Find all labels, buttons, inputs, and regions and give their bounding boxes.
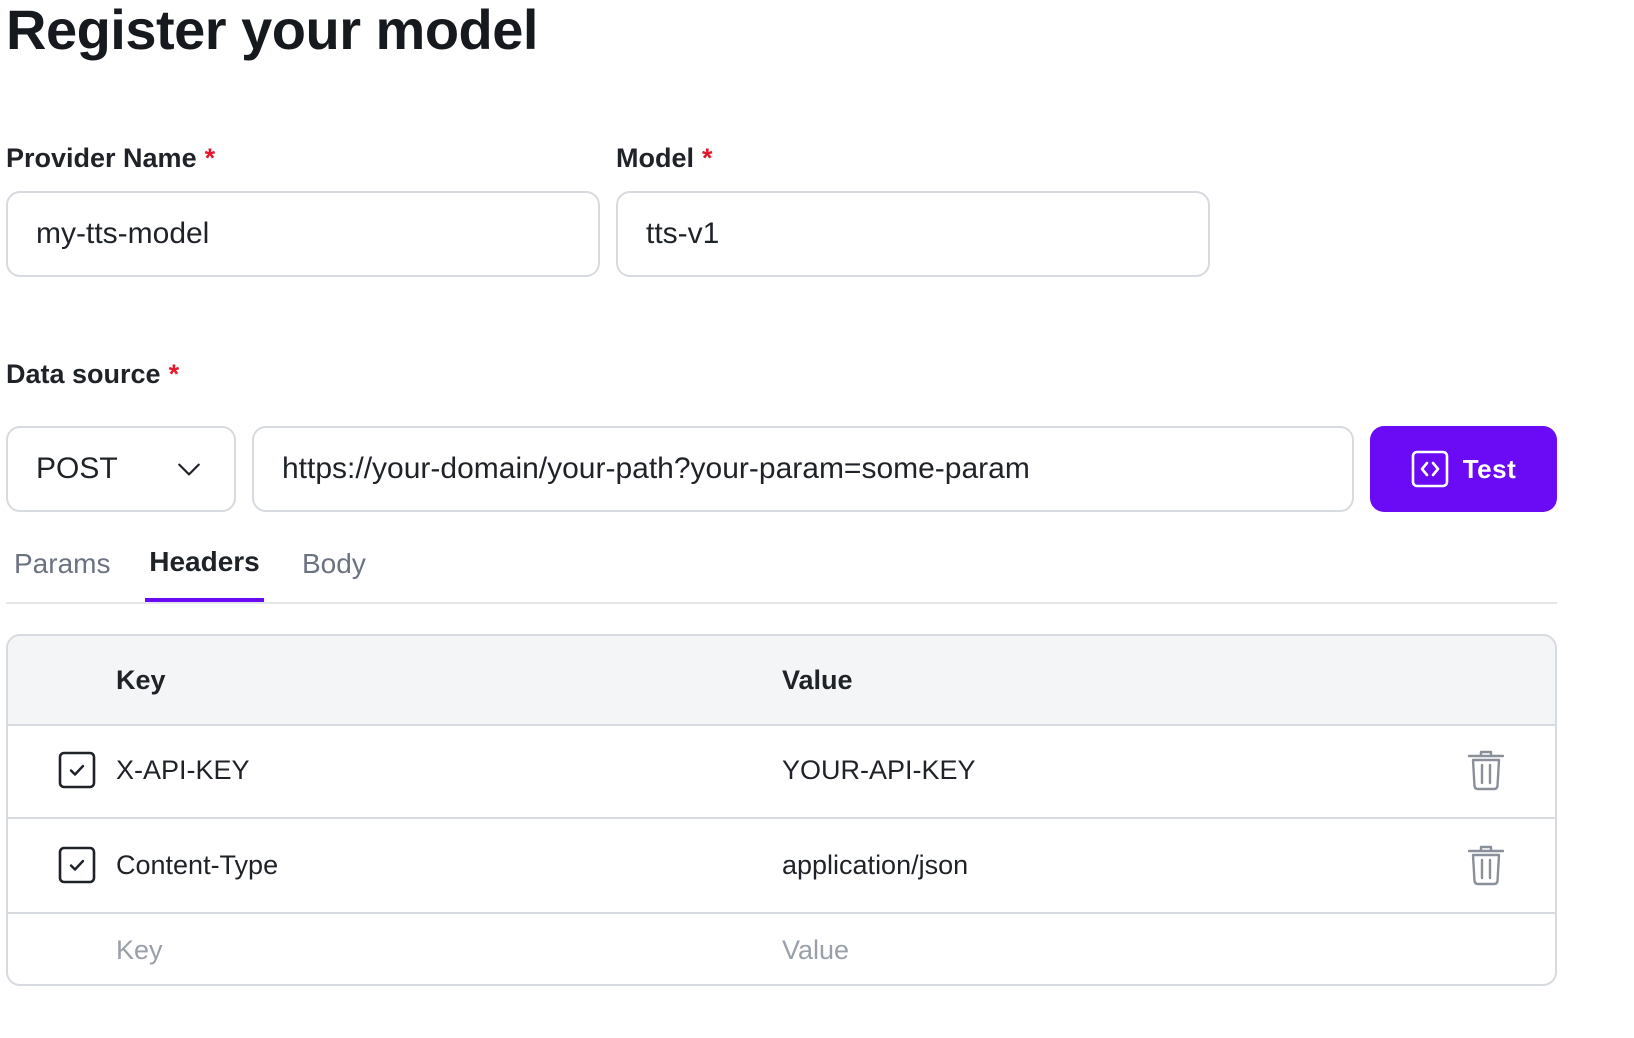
table-row: Content-Type application/json bbox=[8, 819, 1555, 914]
code-icon bbox=[1411, 450, 1449, 488]
model-label: Model * bbox=[616, 142, 713, 174]
trash-icon[interactable] bbox=[1466, 749, 1506, 791]
required-marker: * bbox=[204, 143, 216, 173]
header-key-cell[interactable]: Content-Type bbox=[116, 819, 278, 912]
http-method-value: POST bbox=[36, 452, 118, 485]
model-input[interactable] bbox=[616, 191, 1210, 277]
provider-name-label-text: Provider Name bbox=[6, 143, 197, 173]
trash-icon[interactable] bbox=[1466, 844, 1506, 886]
request-tabs: Params Headers Body bbox=[6, 530, 1557, 604]
header-value-cell[interactable]: YOUR-API-KEY bbox=[782, 724, 976, 817]
data-source-label: Data source * bbox=[6, 358, 179, 390]
provider-name-label: Provider Name * bbox=[6, 142, 215, 174]
new-value-input[interactable]: Value bbox=[782, 914, 849, 984]
new-header-row: Key Value bbox=[8, 914, 1555, 984]
tab-params[interactable]: Params bbox=[14, 530, 110, 602]
chevron-down-icon bbox=[178, 463, 200, 476]
header-key-cell[interactable]: X-API-KEY bbox=[116, 724, 250, 817]
required-marker: * bbox=[702, 143, 713, 173]
provider-name-input[interactable] bbox=[6, 191, 600, 277]
url-input[interactable] bbox=[252, 426, 1354, 512]
table-row: X-API-KEY YOUR-API-KEY bbox=[8, 724, 1555, 819]
checkbox-checked-icon[interactable] bbox=[58, 751, 96, 789]
checkbox-checked-icon[interactable] bbox=[58, 846, 96, 884]
table-header: Key Value bbox=[8, 636, 1555, 726]
model-label-text: Model bbox=[616, 143, 694, 173]
header-value-cell[interactable]: application/json bbox=[782, 819, 968, 912]
test-button-label: Test bbox=[1462, 453, 1517, 484]
new-key-input[interactable]: Key bbox=[116, 914, 163, 984]
column-header-value: Value bbox=[782, 665, 853, 695]
data-source-label-text: Data source bbox=[6, 359, 161, 389]
tab-body[interactable]: Body bbox=[302, 530, 372, 602]
required-marker: * bbox=[168, 359, 180, 389]
http-method-select[interactable]: POST bbox=[6, 426, 236, 512]
page-title: Register your model bbox=[6, 0, 538, 61]
test-button[interactable]: Test bbox=[1370, 426, 1557, 512]
column-header-key: Key bbox=[116, 665, 166, 695]
tab-headers[interactable]: Headers bbox=[145, 530, 264, 602]
headers-table: Key Value X-API-KEY YOUR-API-KEY Content… bbox=[6, 634, 1557, 986]
